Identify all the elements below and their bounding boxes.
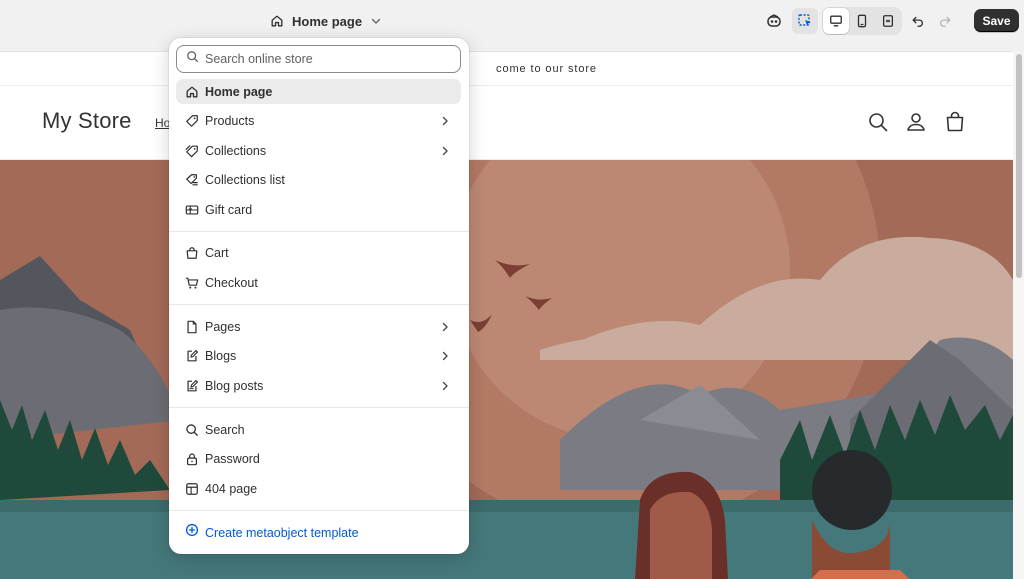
menu-item-collections[interactable]: Collections (176, 138, 461, 163)
store-header: My Store Ho (0, 86, 1013, 160)
menu-item-label: Collections (205, 143, 267, 158)
scrollbar-thumb[interactable] (1016, 54, 1022, 278)
menu-item-password[interactable]: Password (176, 446, 461, 471)
menu-divider (169, 231, 469, 232)
menu-divider (169, 510, 469, 511)
menu-item-products[interactable]: Products (176, 108, 461, 133)
page-icon (185, 320, 199, 334)
menu-item-label: Pages (205, 319, 241, 334)
home-icon (270, 14, 284, 28)
select-cursor-icon (797, 13, 813, 29)
mobile-icon (855, 14, 869, 28)
chevron-right-icon (439, 320, 451, 338)
error-page-icon (185, 482, 199, 496)
menu-item-blogs[interactable]: Blogs (176, 343, 461, 368)
desktop-view-button[interactable] (823, 8, 849, 34)
undo-icon (911, 14, 925, 28)
create-metaobject-template-link[interactable]: Create metaobject template (176, 520, 461, 545)
search-field[interactable] (176, 45, 461, 73)
menu-item-label: Home page (205, 84, 273, 99)
checkout-icon (185, 276, 199, 290)
menu-item-404-page[interactable]: 404 page (176, 476, 461, 501)
expand-icon (881, 14, 895, 28)
home-icon (185, 85, 199, 99)
lock-icon (185, 452, 199, 466)
chevron-right-icon (439, 114, 451, 132)
menu-item-search[interactable]: Search (176, 417, 461, 442)
fullwidth-view-button[interactable] (875, 8, 901, 34)
menu-item-label: Gift card (205, 202, 253, 217)
announcement-bar: come to our store (0, 52, 1013, 86)
page-dropdown-menu: Home page Products Collections Collectio… (169, 38, 469, 554)
menu-item-label: Blog posts (205, 378, 264, 393)
plus-circle-icon (185, 523, 199, 542)
menu-item-label: Search (205, 422, 245, 437)
menu-item-label: Password (205, 451, 260, 466)
page-selector-label: Home page (292, 13, 363, 29)
menu-item-label: Cart (205, 245, 229, 260)
menu-item-label: Blogs (205, 348, 237, 363)
undo-button[interactable] (905, 8, 931, 34)
account-icon[interactable] (904, 110, 928, 134)
menu-item-home-page[interactable]: Home page (176, 79, 461, 104)
menu-item-label: Checkout (205, 275, 258, 290)
chevron-right-icon (439, 144, 451, 162)
editor-topbar: Home page Save (0, 0, 1024, 42)
menu-item-cart[interactable]: Cart (176, 240, 461, 265)
redo-icon (938, 14, 952, 28)
gift-card-icon (185, 203, 199, 217)
cart-icon (185, 246, 199, 260)
hero-image (0, 160, 1013, 579)
menu-item-collections-list[interactable]: Collections list (176, 167, 461, 192)
chevron-right-icon (439, 379, 451, 397)
chevron-right-icon (439, 349, 451, 367)
search-icon[interactable] (866, 110, 890, 134)
preview-scrollbar[interactable] (1013, 51, 1024, 579)
inspector-toggle-button[interactable] (792, 8, 818, 34)
sidekick-button[interactable] (761, 8, 787, 34)
store-preview: come to our store My Store Ho (0, 51, 1013, 579)
page-selector[interactable]: Home page (262, 8, 390, 34)
tag-icon (185, 114, 199, 128)
store-logo[interactable]: My Store (42, 108, 132, 134)
blog-icon (185, 349, 199, 363)
menu-item-blog-posts[interactable]: Blog posts (176, 373, 461, 398)
menu-divider (169, 304, 469, 305)
collection-icon (185, 144, 199, 158)
collection-list-icon (185, 173, 199, 187)
desktop-icon (829, 14, 843, 28)
sidekick-icon (766, 13, 782, 29)
menu-item-label: Collections list (205, 172, 285, 187)
search-icon (186, 50, 199, 68)
create-metaobject-label: Create metaobject template (205, 525, 359, 540)
search-icon (185, 423, 199, 437)
search-input[interactable] (205, 52, 445, 66)
blog-post-icon (185, 379, 199, 393)
menu-item-label: Products (205, 113, 255, 128)
device-switcher (822, 7, 902, 35)
mobile-view-button[interactable] (849, 8, 875, 34)
menu-item-gift-card[interactable]: Gift card (176, 197, 461, 222)
menu-item-label: 404 page (205, 481, 258, 496)
chevron-down-icon (370, 15, 382, 27)
save-button[interactable]: Save (974, 9, 1019, 32)
redo-button[interactable] (932, 8, 958, 34)
menu-item-pages[interactable]: Pages (176, 314, 461, 339)
cart-icon[interactable] (943, 110, 967, 134)
menu-item-checkout[interactable]: Checkout (176, 270, 461, 295)
announcement-text: come to our store (496, 62, 597, 75)
menu-divider (169, 407, 469, 408)
